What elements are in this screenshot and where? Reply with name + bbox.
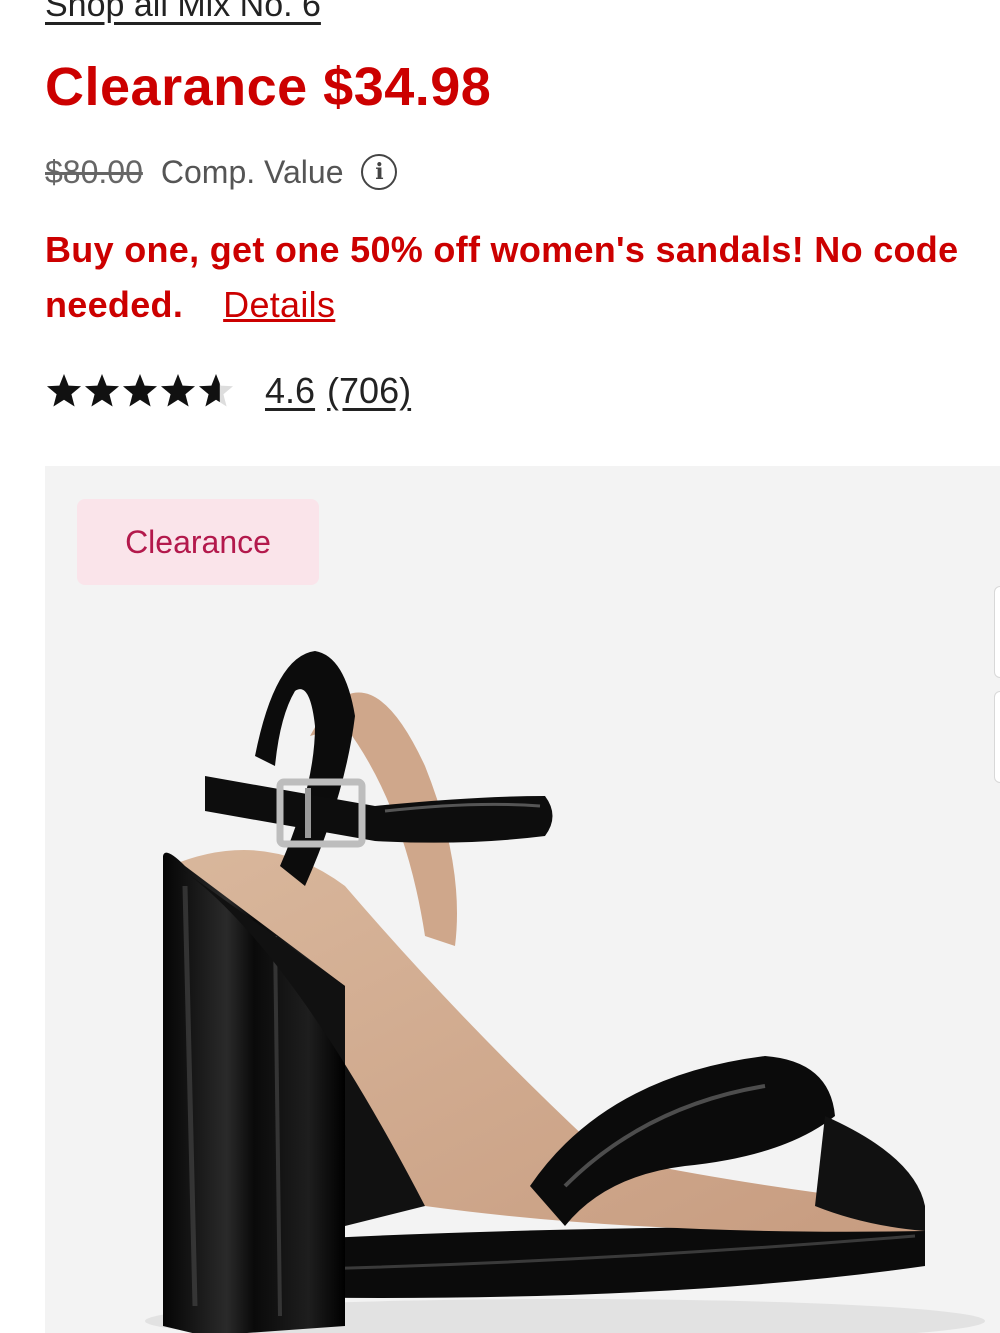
star-icon bbox=[123, 374, 157, 407]
star-icon bbox=[199, 374, 233, 407]
carousel-next-edge[interactable] bbox=[994, 586, 1000, 678]
comp-value-label: Comp. Value bbox=[160, 153, 344, 190]
product-image bbox=[45, 466, 1000, 1333]
product-image-carousel[interactable]: Clearance bbox=[45, 466, 1000, 1333]
star-icon bbox=[47, 374, 81, 407]
rating-value: 4.6 bbox=[265, 370, 316, 411]
promo-message: Buy one, get one 50% off women's sandals… bbox=[45, 222, 1000, 332]
star-rating bbox=[45, 372, 235, 410]
clearance-price: Clearance $34.98 bbox=[45, 57, 492, 117]
promo-details-link[interactable]: Details bbox=[223, 284, 335, 325]
comp-value-row: $80.00 Comp. Value i bbox=[45, 150, 398, 194]
info-icon[interactable]: i bbox=[361, 154, 398, 190]
product-detail-page: Shop all Mix No. 6 Clearance $34.98 $80.… bbox=[0, 0, 1000, 1333]
star-icon bbox=[161, 374, 195, 407]
star-icon bbox=[85, 374, 119, 407]
clearance-badge: Clearance bbox=[77, 499, 319, 585]
rating-row: 4.6 (706) bbox=[45, 366, 411, 416]
shop-all-brand-link[interactable]: Shop all Mix No. 6 bbox=[45, 0, 321, 25]
rating-reviews-link[interactable]: 4.6 (706) bbox=[265, 370, 411, 412]
rating-count: (706) bbox=[327, 370, 412, 411]
promo-text: Buy one, get one 50% off women's sandals… bbox=[45, 229, 959, 325]
carousel-next-edge-2[interactable] bbox=[994, 691, 1000, 783]
comp-value-price: $80.00 bbox=[45, 153, 143, 190]
